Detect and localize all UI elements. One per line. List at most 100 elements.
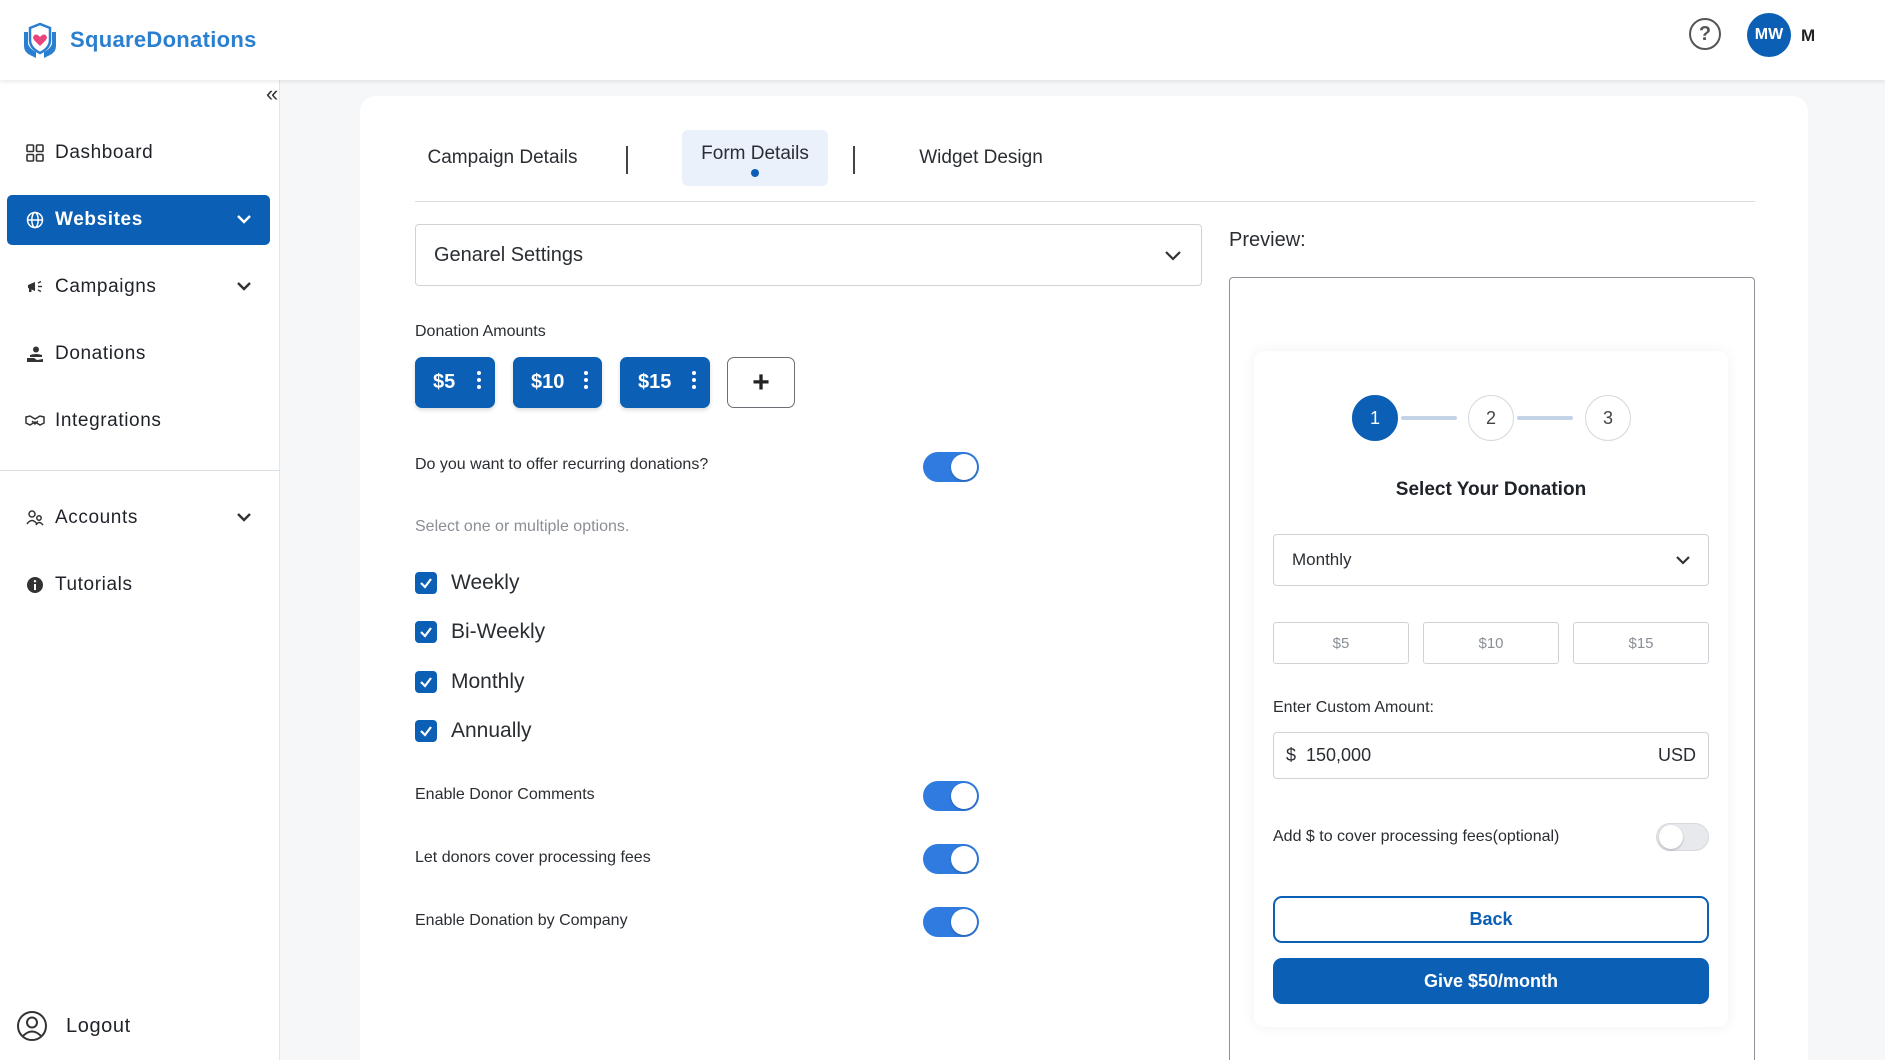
step-2: 2 bbox=[1468, 395, 1514, 441]
sidebar-item-dashboard[interactable]: Dashboard bbox=[7, 128, 270, 178]
processing-fees-label: Let donors cover processing fees bbox=[415, 849, 651, 866]
preview-amount-option[interactable]: $10 bbox=[1423, 622, 1559, 664]
chevron-down-icon bbox=[236, 278, 252, 300]
frequency-select[interactable]: Monthly bbox=[1273, 534, 1709, 586]
sidebar-divider bbox=[0, 470, 280, 471]
amount-chip[interactable]: $10 bbox=[513, 357, 602, 408]
monthly-checkbox[interactable]: Monthly bbox=[415, 670, 525, 694]
tab-campaign-details[interactable]: Campaign Details bbox=[415, 130, 590, 186]
annually-checkbox[interactable]: Annually bbox=[415, 719, 532, 743]
tab-bar: Campaign Details Form Details Widget Des… bbox=[415, 128, 1755, 202]
chevron-down-icon bbox=[236, 509, 252, 531]
logout-button[interactable]: Logout bbox=[16, 1010, 131, 1042]
sidebar-item-websites[interactable]: Websites bbox=[7, 195, 270, 245]
preview-title: Preview: bbox=[1229, 229, 1306, 251]
amount-chip[interactable]: $5 bbox=[415, 357, 495, 408]
tab-separator bbox=[626, 146, 628, 174]
give-button[interactable]: Give $50/month bbox=[1273, 958, 1709, 1004]
chevron-down-icon bbox=[1674, 551, 1692, 574]
donor-comments-toggle[interactable] bbox=[923, 781, 979, 811]
step-1: 1 bbox=[1352, 395, 1398, 441]
back-button[interactable]: Back bbox=[1273, 896, 1709, 943]
donor-comments-label: Enable Donor Comments bbox=[415, 786, 595, 803]
sidebar-item-label: Dashboard bbox=[55, 142, 154, 163]
option-label: Annually bbox=[451, 719, 532, 742]
currency-symbol: $ bbox=[1286, 745, 1297, 765]
sidebar-item-tutorials[interactable]: Tutorials bbox=[7, 560, 270, 610]
options-hint: Select one or multiple options. bbox=[415, 518, 630, 535]
step-connector bbox=[1401, 416, 1457, 420]
sidebar-item-campaigns[interactable]: Campaigns bbox=[7, 262, 270, 312]
chevron-down-icon bbox=[1163, 245, 1183, 271]
handshake-icon bbox=[25, 411, 45, 431]
tab-label: Widget Design bbox=[919, 147, 1043, 168]
app-name: SquareDonations bbox=[70, 27, 257, 52]
toggle-knob bbox=[1659, 825, 1683, 849]
amount-chip-label: $10 bbox=[531, 371, 565, 393]
collapse-sidebar-icon[interactable]: « bbox=[266, 83, 278, 105]
active-tab-dot bbox=[751, 169, 759, 177]
user-circle-icon bbox=[16, 1010, 48, 1042]
donation-amounts-label: Donation Amounts bbox=[415, 323, 546, 340]
amount-chip-label: $15 bbox=[638, 371, 672, 393]
top-bar: SquareDonations ? MW M bbox=[0, 0, 1885, 80]
sidebar-item-label: Donations bbox=[55, 343, 146, 364]
custom-amount-value: 150,000 bbox=[1306, 745, 1372, 765]
toggle-knob bbox=[951, 909, 977, 935]
recurring-question: Do you want to offer recurring donations… bbox=[415, 456, 709, 473]
users-icon bbox=[25, 508, 45, 528]
recurring-toggle[interactable] bbox=[923, 452, 979, 482]
preview-heading: Select Your Donation bbox=[1395, 479, 1587, 500]
user-name[interactable]: M bbox=[1801, 26, 1815, 46]
company-donation-toggle[interactable] bbox=[923, 907, 979, 937]
weekly-checkbox[interactable]: Weekly bbox=[415, 571, 519, 595]
heart-hands-icon bbox=[24, 22, 56, 58]
toggle-knob bbox=[951, 454, 977, 480]
step-3: 3 bbox=[1585, 395, 1631, 441]
processing-fees-toggle[interactable] bbox=[923, 844, 979, 874]
preview-amount-option[interactable]: $5 bbox=[1273, 622, 1409, 664]
sidebar-item-accounts[interactable]: Accounts bbox=[7, 493, 270, 543]
logout-label: Logout bbox=[66, 1014, 131, 1037]
cover-fees-toggle[interactable] bbox=[1656, 823, 1709, 851]
tab-label: Campaign Details bbox=[427, 147, 578, 168]
check-icon bbox=[415, 572, 437, 594]
tab-form-details[interactable]: Form Details bbox=[682, 130, 828, 186]
preview-amount-option[interactable]: $15 bbox=[1573, 622, 1709, 664]
currency-code: USD bbox=[1657, 745, 1696, 765]
sidebar-item-donations[interactable]: Donations bbox=[7, 329, 270, 379]
step-connector bbox=[1517, 416, 1573, 420]
frequency-value: Monthly bbox=[1292, 550, 1352, 569]
donor-icon bbox=[25, 344, 45, 364]
toggle-knob bbox=[951, 846, 977, 872]
amount-chip[interactable]: $15 bbox=[620, 357, 710, 408]
kebab-menu-icon[interactable] bbox=[692, 371, 696, 392]
amount-chip-label: $5 bbox=[433, 371, 456, 393]
cover-fees-label: Add $ to cover processing fees(optional) bbox=[1273, 828, 1560, 845]
tab-widget-design[interactable]: Widget Design bbox=[901, 130, 1061, 186]
globe-icon bbox=[25, 210, 45, 230]
kebab-menu-icon[interactable] bbox=[477, 371, 481, 392]
grid-icon bbox=[25, 143, 45, 163]
kebab-menu-icon[interactable] bbox=[584, 371, 588, 392]
sidebar-item-label: Websites bbox=[55, 209, 143, 230]
check-icon bbox=[415, 621, 437, 643]
option-label: Bi-Weekly bbox=[451, 620, 546, 643]
avatar[interactable]: MW bbox=[1747, 13, 1791, 57]
tab-separator bbox=[853, 146, 855, 174]
custom-amount-input[interactable]: $ 150,000 USD bbox=[1273, 732, 1709, 779]
company-donation-label: Enable Donation by Company bbox=[415, 912, 628, 929]
app-logo[interactable]: SquareDonations bbox=[18, 18, 257, 62]
add-amount-button[interactable]: + bbox=[727, 357, 795, 408]
help-icon[interactable]: ? bbox=[1689, 18, 1721, 50]
chevron-down-icon bbox=[236, 211, 252, 233]
bi-weekly-checkbox[interactable]: Bi-Weekly bbox=[415, 620, 545, 644]
sidebar-item-label: Accounts bbox=[55, 507, 138, 528]
tab-label: Form Details bbox=[701, 143, 809, 164]
option-label: Monthly bbox=[451, 670, 525, 693]
custom-amount-label: Enter Custom Amount: bbox=[1273, 699, 1434, 716]
sidebar-item-integrations[interactable]: Integrations bbox=[7, 396, 270, 446]
sidebar-item-label: Tutorials bbox=[55, 574, 133, 595]
megaphone-icon bbox=[25, 277, 45, 297]
settings-section-select[interactable]: Genarel Settings bbox=[415, 224, 1202, 286]
